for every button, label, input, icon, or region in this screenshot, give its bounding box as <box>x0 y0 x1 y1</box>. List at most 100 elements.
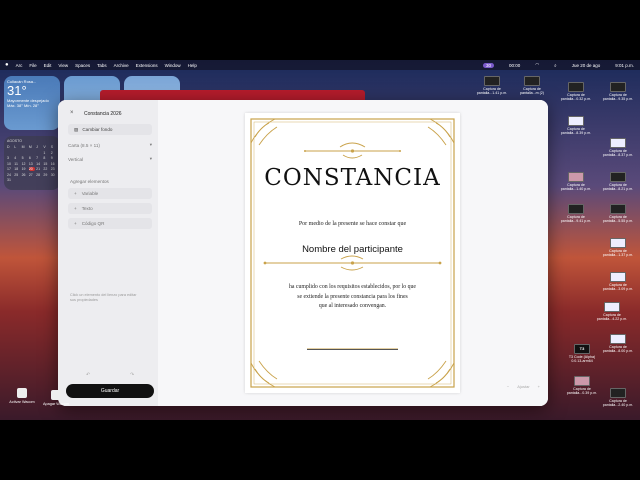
add-qr-button[interactable]: + Código QR <box>68 218 152 229</box>
calendar-day[interactable]: 10 <box>7 162 13 166</box>
desktop-file[interactable]: Captura de pantalla...8.00 p.m. <box>600 334 636 353</box>
calendar-day[interactable]: 23 <box>51 167 57 171</box>
menu-file[interactable]: File <box>29 63 36 68</box>
desktop-file-label: Captura de pantalla...0.39 p.m. <box>566 387 598 395</box>
desktop-file-label: Captura de pantalla...9.35 p.m. <box>602 93 634 101</box>
add-variable-button[interactable]: + Variable <box>68 188 152 199</box>
apple-icon[interactable]: ● <box>5 62 9 68</box>
calendar-day[interactable]: 22 <box>43 167 49 171</box>
weather-temp: 31° <box>7 83 27 98</box>
desktop-file[interactable]: Captura de pantalla...9.35 p.m. <box>600 82 636 101</box>
weather-widget[interactable]: Culiacán Rosa... 31° Mayormente despejad… <box>4 76 60 130</box>
calendar-widget[interactable]: AGOSTO D L M M J V S 1 2 3 4 5 6 7 8 9 10 11 12 13 14 15 16 17 1… <box>4 136 60 190</box>
desktop-files: Captura de pantalla...1.41 p.m. Captura d… <box>470 72 640 420</box>
calendar-day[interactable]: 18 <box>14 167 20 171</box>
calendar-day[interactable]: 9 <box>51 156 57 160</box>
menu-tabs[interactable]: Tabs <box>97 63 107 68</box>
desktop-file[interactable]: Captura de pantalla...8.37 p.m. <box>600 138 636 157</box>
desktop-file[interactable]: Captura de pantalla...1.41 p.m. <box>474 76 510 95</box>
calendar-day[interactable]: 5 <box>22 156 28 160</box>
add-text-button[interactable]: + Texto <box>68 203 152 214</box>
save-button[interactable]: Guardar <box>66 384 154 398</box>
wifi-icon[interactable]: ◠ <box>535 62 539 68</box>
desktop-file-label: T3 Code (Alpha) 0.0.13-arm64 <box>568 355 596 363</box>
desktop-file[interactable]: Captura de pantalla...3.09 p.m. <box>600 272 636 291</box>
calendar-day[interactable]: 13 <box>29 162 35 166</box>
time-label[interactable]: 9:01 p.m. <box>615 63 634 68</box>
desktop-file[interactable]: Captura de pantalla...5.55 p.m. <box>600 204 636 223</box>
desktop-file[interactable]: Captura de pantalla...0.32 p.m. <box>558 82 594 101</box>
file-thumbnail-icon <box>610 172 626 182</box>
status-pill[interactable]: 30 <box>482 62 494 68</box>
calendar-day[interactable]: 7 <box>36 156 42 160</box>
menu-spaces[interactable]: Spaces <box>75 63 90 68</box>
calendar-day[interactable]: 20 <box>28 167 36 171</box>
desktop-file[interactable]: Captura de pantalla...1.40 p.m. <box>558 172 594 191</box>
desktop-file[interactable]: Captura de pantalla...1.37 p.m. <box>600 238 636 257</box>
desktop-file-label: Captura de pantalla...8.37 p.m. <box>602 149 634 157</box>
calendar-day[interactable]: 27 <box>29 173 35 177</box>
calendar-day[interactable]: 25 <box>14 173 20 177</box>
add-variable-label: Variable <box>81 191 99 196</box>
certificate-body[interactable]: ha cumplido con los requisitos estableci… <box>245 283 460 312</box>
menu-app[interactable]: Arc <box>16 63 23 68</box>
desktop-file[interactable]: Captura de pantalla...m (2) <box>514 76 550 95</box>
calendar-day[interactable]: 1 <box>43 151 49 155</box>
calendar-day <box>7 151 13 155</box>
change-background-button[interactable]: ▨ Cambiar fondo <box>68 124 152 135</box>
plus-icon: + <box>74 206 77 211</box>
calendar-day[interactable]: 21 <box>36 167 42 171</box>
calendar-day[interactable]: 2 <box>51 151 57 155</box>
calendar-day[interactable]: 14 <box>36 162 42 166</box>
status-clock[interactable]: 00:00 <box>509 63 520 68</box>
calendar-day <box>14 151 20 155</box>
calendar-day[interactable]: 12 <box>22 162 28 166</box>
participant-name-variable[interactable]: Nombre del participante <box>245 244 460 255</box>
paper-size-select[interactable]: Carta (8.5 × 11) ▾ <box>68 140 152 150</box>
desktop-file[interactable]: Captura de pantalla...2.40 p.m. <box>600 388 636 407</box>
certificate-page[interactable]: CONSTANCIA Por medio de la presente se h… <box>245 113 460 393</box>
desktop-file[interactable]: Captura de pantalla...0.39 p.m. <box>564 376 600 395</box>
desktop-file[interactable]: T3 T3 Code (Alpha) 0.0.13-arm64 <box>564 344 600 363</box>
menu-window[interactable]: Window <box>165 63 181 68</box>
desktop-file[interactable]: Captura de pantalla...8.39 p.m. <box>558 116 594 135</box>
menu-archive[interactable]: Archive <box>114 63 129 68</box>
close-icon[interactable]: × <box>70 110 74 116</box>
calendar-day[interactable]: 15 <box>43 162 49 166</box>
menu-view[interactable]: View <box>58 63 68 68</box>
desktop-file[interactable]: Captura de pantalla...8.21 p.m. <box>600 172 636 191</box>
menu-edit[interactable]: Edit <box>44 63 52 68</box>
calendar-day[interactable]: 3 <box>7 156 13 160</box>
calendar-day[interactable]: 30 <box>51 173 57 177</box>
date-label[interactable]: Jue 20 de ago <box>572 63 601 68</box>
menu-help[interactable]: Help <box>188 63 197 68</box>
desktop-file[interactable]: Captura de pantalla...9.41 p.m. <box>558 204 594 223</box>
calendar-day[interactable]: 24 <box>7 173 13 177</box>
menu-extensions[interactable]: Extensions <box>136 63 158 68</box>
certificate-intro[interactable]: Por medio de la presente se hace constar… <box>245 221 460 227</box>
file-thumbnail-icon <box>610 138 626 148</box>
calendar-day[interactable]: 17 <box>7 167 13 171</box>
orientation-select[interactable]: Vertical ▾ <box>68 154 152 164</box>
desktop-icon-activar-wacom[interactable]: Activar Wacom <box>4 388 40 404</box>
desktop-file[interactable]: Captura de pantalla...4.22 p.m. <box>594 302 630 321</box>
calendar-day[interactable]: 29 <box>43 173 49 177</box>
chevron-down-icon: ▾ <box>149 142 152 147</box>
calendar-day[interactable]: 8 <box>43 156 49 160</box>
file-thumbnail-icon <box>610 204 626 214</box>
certificate-title[interactable]: CONSTANCIA <box>245 165 460 191</box>
calendar-day[interactable]: 6 <box>29 156 35 160</box>
calendar-day[interactable]: 31 <box>7 178 13 182</box>
desktop-icon-apagar-wacom[interactable]: Apagar Wacom <box>38 390 74 406</box>
file-thumbnail-icon <box>604 302 620 312</box>
undo-button[interactable]: ↶ <box>86 372 90 378</box>
desktop-file-label: Captura de pantalla...1.40 p.m. <box>560 183 592 191</box>
search-icon[interactable]: ⌕ <box>554 63 557 68</box>
calendar-day[interactable]: 19 <box>22 167 28 171</box>
calendar-day[interactable]: 26 <box>22 173 28 177</box>
redo-button[interactable]: ↷ <box>130 372 134 378</box>
calendar-day[interactable]: 28 <box>36 173 42 177</box>
calendar-day[interactable]: 4 <box>14 156 20 160</box>
calendar-day[interactable]: 16 <box>51 162 57 166</box>
calendar-day[interactable]: 11 <box>14 162 20 166</box>
